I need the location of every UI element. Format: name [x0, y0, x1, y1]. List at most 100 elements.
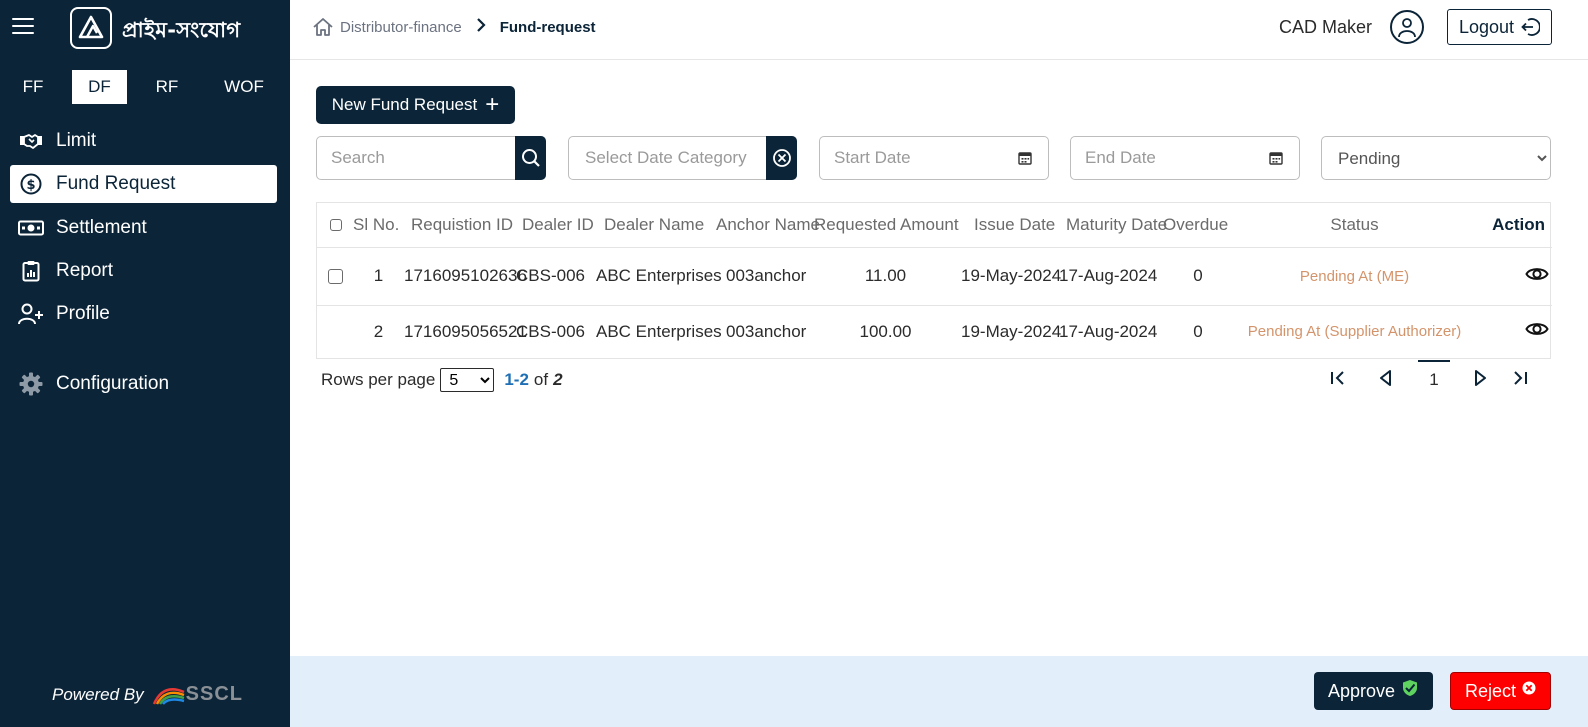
breadcrumb-parent[interactable]: Distributor-finance [340, 19, 462, 36]
clear-circle-icon[interactable] [766, 136, 797, 180]
end-date-input[interactable] [1071, 137, 1299, 179]
sidebar-item-label: Fund Request [56, 173, 176, 194]
handshake-icon [18, 130, 44, 152]
last-page-icon[interactable] [1510, 368, 1530, 393]
module-tab-ff[interactable]: FF [10, 70, 56, 104]
main-content: New Fund Request + Search Select Date Ca… [290, 60, 1588, 656]
col-sl-no: Sl No. [353, 203, 404, 248]
status-filter-select[interactable]: Pending [1322, 137, 1550, 179]
sidebar-item-profile[interactable]: Profile [10, 295, 277, 333]
col-requisition-id: Requistion ID [404, 203, 516, 248]
page-of-label: of [533, 370, 549, 389]
previous-page-icon[interactable] [1376, 368, 1396, 393]
reject-label: Reject [1464, 680, 1517, 701]
cell-requisition-id: 1716095102636 [404, 247, 527, 306]
user-plus-icon [18, 303, 44, 325]
sidebar-item-report[interactable]: Report [10, 252, 277, 290]
breadcrumb: Distributor-finance Fund-request [312, 17, 596, 37]
cell-issue-date: 19-May-2024 [959, 247, 1061, 306]
home-icon[interactable] [312, 17, 334, 37]
breadcrumb-current: Fund-request [499, 18, 596, 36]
row-checkbox[interactable] [328, 269, 343, 285]
table-row[interactable]: 2 1716095056521 CBS-006 ABC Enterprises … [317, 305, 1552, 358]
cell-action [1476, 247, 1552, 306]
user-name: CAD Maker [1279, 17, 1373, 37]
brand-logo-icon [70, 7, 112, 49]
next-page-icon[interactable] [1470, 368, 1490, 393]
col-issue-date: Issue Date [959, 203, 1059, 248]
fund-request-table: Sl No. Requistion ID Dealer ID Dealer Na… [316, 202, 1552, 359]
check-shield-icon [1403, 680, 1418, 696]
cell-overdue: 0 [1163, 247, 1233, 306]
table-header-row: Sl No. Requistion ID Dealer ID Dealer Na… [317, 203, 1552, 248]
page-range: 1-2 [504, 370, 529, 389]
rows-per-page-select[interactable]: 5 [440, 368, 495, 392]
calendar-icon[interactable] [1269, 151, 1283, 170]
view-eye-icon[interactable] [1525, 265, 1549, 288]
banknote-icon [18, 217, 44, 239]
cell-requisition-id: 1716095056521 [404, 321, 527, 341]
select-all-checkbox[interactable] [330, 219, 342, 232]
cell-maturity-date: 17-Aug-2024 [1059, 321, 1158, 341]
table-row[interactable]: 1 1716095102636 CBS-006 ABC Enterprises … [317, 247, 1552, 306]
logout-icon [1521, 18, 1541, 36]
start-date-input[interactable] [820, 137, 1048, 179]
sscl-logo: SSCL [152, 683, 243, 706]
approve-button[interactable]: Approve [1314, 672, 1433, 710]
col-dealer-id: Dealer ID [516, 203, 596, 248]
svg-text:$: $ [26, 178, 35, 193]
cell-anchor-name: 003anchor [726, 321, 807, 341]
first-page-icon[interactable] [1328, 368, 1348, 393]
sscl-logo-text: SSCL [185, 683, 244, 705]
pagination-controls: 1 [1328, 360, 1538, 396]
module-tab-df[interactable]: DF [72, 70, 127, 104]
sidebar-header: প্রাইম-সংযোগ [0, 0, 290, 60]
sidebar-item-configuration[interactable]: Configuration [10, 365, 277, 403]
search-input[interactable] [317, 137, 545, 179]
module-tabs: FF DF RF WOF [0, 70, 290, 104]
clipboard-icon [18, 260, 44, 282]
page-number-current[interactable]: 1 [1418, 360, 1450, 396]
calendar-icon[interactable] [1018, 151, 1032, 170]
date-category-input[interactable] [569, 137, 796, 179]
cell-action [1476, 305, 1552, 358]
sidebar-item-settlement[interactable]: Settlement [10, 209, 277, 247]
new-fund-request-label: New Fund Request [331, 95, 478, 114]
chevron-right-icon [476, 17, 486, 37]
cell-maturity-date: 17-Aug-2024 [1059, 247, 1163, 306]
view-eye-icon[interactable] [1525, 320, 1549, 343]
col-requested-amount: Requested Amount [812, 203, 959, 248]
hamburger-menu-icon[interactable] [12, 18, 34, 38]
new-fund-request-button[interactable]: New Fund Request + [316, 86, 515, 124]
approve-label: Approve [1327, 680, 1396, 701]
search-field [316, 136, 546, 180]
date-category-field [568, 136, 797, 180]
close-circle-icon [1522, 681, 1536, 695]
cell-anchor-name: 003anchor [708, 247, 812, 306]
sidebar-item-fund-request[interactable]: $ Fund Request [10, 165, 277, 203]
brand-name: প্রাইম-সংযোগ [122, 18, 241, 42]
row-select-cell [317, 305, 353, 358]
cell-dealer-id: CBS-006 [516, 247, 596, 306]
powered-by: Powered By SSCL [52, 683, 243, 706]
sscl-logo-icon [152, 687, 185, 705]
cell-issue-date: 19-May-2024 [961, 321, 1062, 341]
col-status: Status [1233, 203, 1476, 248]
reject-button[interactable]: Reject [1450, 672, 1551, 710]
col-action: Action [1476, 203, 1552, 248]
cell-dealer-name: ABC Enterprises [596, 321, 722, 341]
top-header: Distributor-finance Fund-request CAD Mak… [290, 0, 1588, 60]
user-avatar-icon[interactable] [1390, 10, 1424, 44]
cell-sl-no: 2 [373, 321, 384, 341]
module-tab-wof[interactable]: WOF [214, 70, 274, 104]
sidebar-item-limit[interactable]: Limit [10, 122, 277, 160]
logout-button[interactable]: Logout [1447, 9, 1552, 45]
status-filter-field: Pending [1321, 136, 1551, 180]
sidebar-item-label: Limit [56, 130, 97, 151]
cell-status: Pending At (Supplier Authorizer) [1247, 323, 1462, 341]
dollar-circle-icon: $ [18, 173, 44, 195]
sidebar-item-label: Report [56, 260, 114, 281]
module-tab-rf[interactable]: RF [144, 70, 190, 104]
search-icon[interactable] [515, 136, 546, 180]
sidebar-item-label: Profile [56, 303, 110, 324]
